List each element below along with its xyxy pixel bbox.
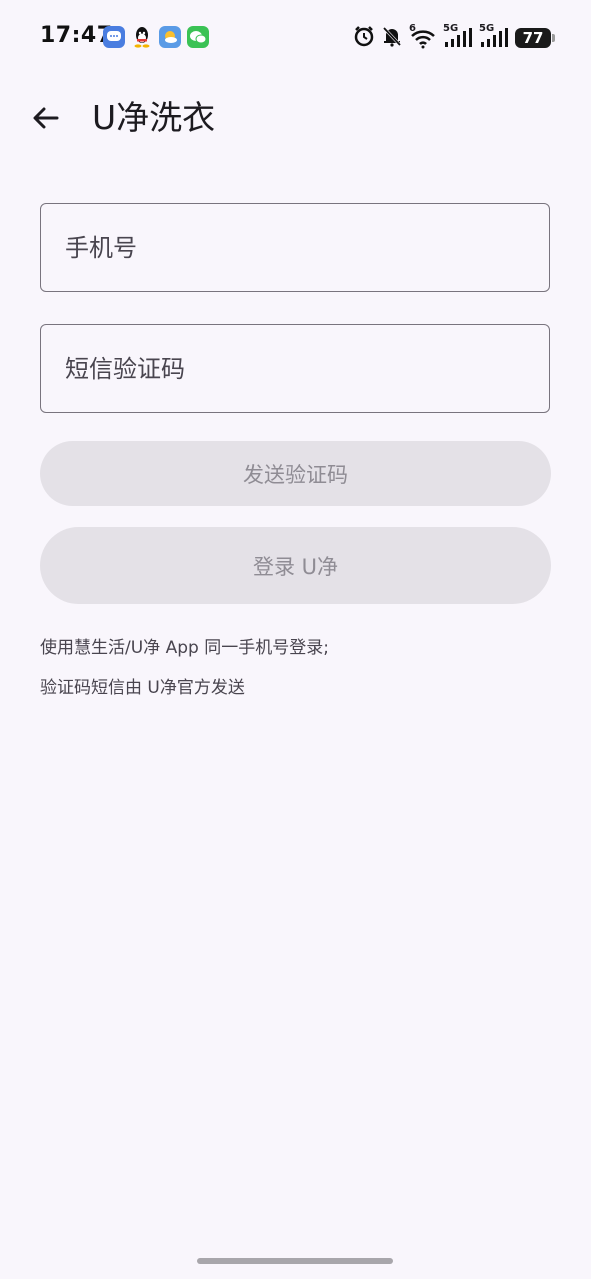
system-status-icons: 6 5G 5G 77 xyxy=(353,24,555,51)
mute-bell-icon xyxy=(381,25,403,51)
messages-icon xyxy=(103,26,125,48)
status-bar: 17:47 6 5G 5G 77 xyxy=(0,0,591,76)
wifi-icon: 6 xyxy=(409,24,437,49)
back-button[interactable] xyxy=(22,96,70,140)
battery-level: 77 xyxy=(522,29,544,47)
sms-code-field[interactable] xyxy=(40,324,550,413)
battery-icon: 77 xyxy=(515,28,555,48)
home-indicator[interactable] xyxy=(197,1258,393,1264)
alarm-icon xyxy=(353,25,375,51)
phone-input[interactable] xyxy=(41,204,549,291)
sms-code-input[interactable] xyxy=(41,325,549,412)
wechat-icon xyxy=(187,26,209,48)
arrow-left-icon xyxy=(33,107,59,129)
page-title: U净洗衣 xyxy=(92,98,216,137)
login-button[interactable]: 登录 U净 xyxy=(40,527,551,604)
qq-icon xyxy=(131,26,153,48)
status-time: 17:47 xyxy=(40,23,113,48)
send-code-button[interactable]: 发送验证码 xyxy=(40,441,551,506)
phone-field[interactable] xyxy=(40,203,550,292)
login-note-line-1: 使用慧生活/U净 App 同一手机号登录; xyxy=(40,638,329,658)
weather-icon xyxy=(159,26,181,48)
cell-signal-1-icon: 5G xyxy=(443,24,473,49)
notification-icons xyxy=(103,26,209,48)
cell-signal-2-icon: 5G xyxy=(479,24,509,49)
login-note-line-2: 验证码短信由 U净官方发送 xyxy=(40,678,245,698)
